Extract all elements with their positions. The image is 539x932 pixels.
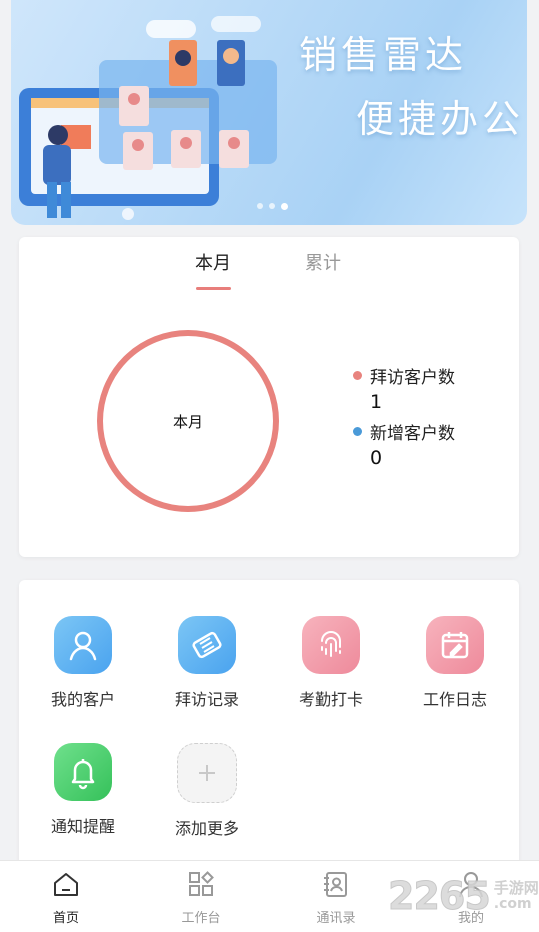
customer-icon <box>54 616 112 674</box>
promo-banner[interactable]: 销售雷达 便捷办公 <box>11 0 527 225</box>
site-watermark: 2265 手游网 .com <box>388 874 539 919</box>
legend-dot-new-customers <box>353 427 362 436</box>
watermark-number: 2265 <box>388 874 492 919</box>
carousel-indicator[interactable] <box>257 203 288 210</box>
nav-label: 通讯录 <box>316 911 356 926</box>
banner-illustration <box>19 16 277 220</box>
period-tabs: 本月 累计 <box>19 249 519 290</box>
legend-value-visits: 1 <box>370 391 383 413</box>
carousel-dot-active[interactable] <box>281 203 288 210</box>
app-add-more[interactable]: 添加更多 <box>152 743 262 839</box>
app-label: 工作日志 <box>422 690 487 709</box>
stats-card: 本月 累计 本月 拜访客户数 1 新增客户数 0 <box>19 237 519 557</box>
nav-home[interactable]: 首页 <box>26 869 106 926</box>
calendar-icon <box>426 616 484 674</box>
app-label: 通知提醒 <box>50 817 115 836</box>
app-my-customers[interactable]: 我的客户 <box>28 616 138 710</box>
bell-icon <box>54 743 112 801</box>
legend-dot-visits <box>353 371 362 380</box>
legend-label-visits: 拜访客户数 <box>370 368 455 388</box>
app-label: 我的客户 <box>50 690 115 709</box>
watermark-en: .com <box>493 896 532 912</box>
legend-value-new-customers: 0 <box>370 447 383 469</box>
legend-label-new-customers: 新增客户数 <box>370 424 455 444</box>
app-label: 添加更多 <box>174 819 239 838</box>
app-work-log[interactable]: 工作日志 <box>400 616 510 710</box>
tab-cumulative[interactable]: 累计 <box>305 249 341 275</box>
nav-workbench[interactable]: 工作台 <box>161 869 241 926</box>
watermark-cn: 手游网 <box>493 879 539 897</box>
app-notifications[interactable]: 通知提醒 <box>28 743 138 837</box>
contacts-icon <box>296 869 376 899</box>
nav-contacts[interactable]: 通讯录 <box>296 869 376 926</box>
carousel-dot[interactable] <box>269 203 275 209</box>
handshake-icon <box>178 616 236 674</box>
plus-icon <box>177 743 237 803</box>
app-label: 拜访记录 <box>174 690 239 709</box>
nav-label: 工作台 <box>181 911 221 926</box>
tab-this-month[interactable]: 本月 <box>195 249 231 275</box>
home-icon <box>26 869 106 899</box>
workbench-icon <box>161 869 241 899</box>
app-grid-card: 我的客户 拜访记录 考勤打卡 工作日志 通知提醒 添加更多 <box>19 580 519 870</box>
app-visit-records[interactable]: 拜访记录 <box>152 616 262 710</box>
active-tab-indicator <box>196 287 231 290</box>
nav-label: 首页 <box>52 911 79 926</box>
app-attendance[interactable]: 考勤打卡 <box>276 616 386 710</box>
fingerprint-icon <box>302 616 360 674</box>
ring-center-label: 本月 <box>172 412 203 431</box>
app-label: 考勤打卡 <box>298 690 363 709</box>
watermark-text: 手游网 .com <box>494 880 539 912</box>
banner-slogan-line1: 销售雷达 <box>299 33 468 77</box>
banner-slogan-line2: 便捷办公 <box>356 97 525 141</box>
carousel-dot[interactable] <box>257 203 263 209</box>
